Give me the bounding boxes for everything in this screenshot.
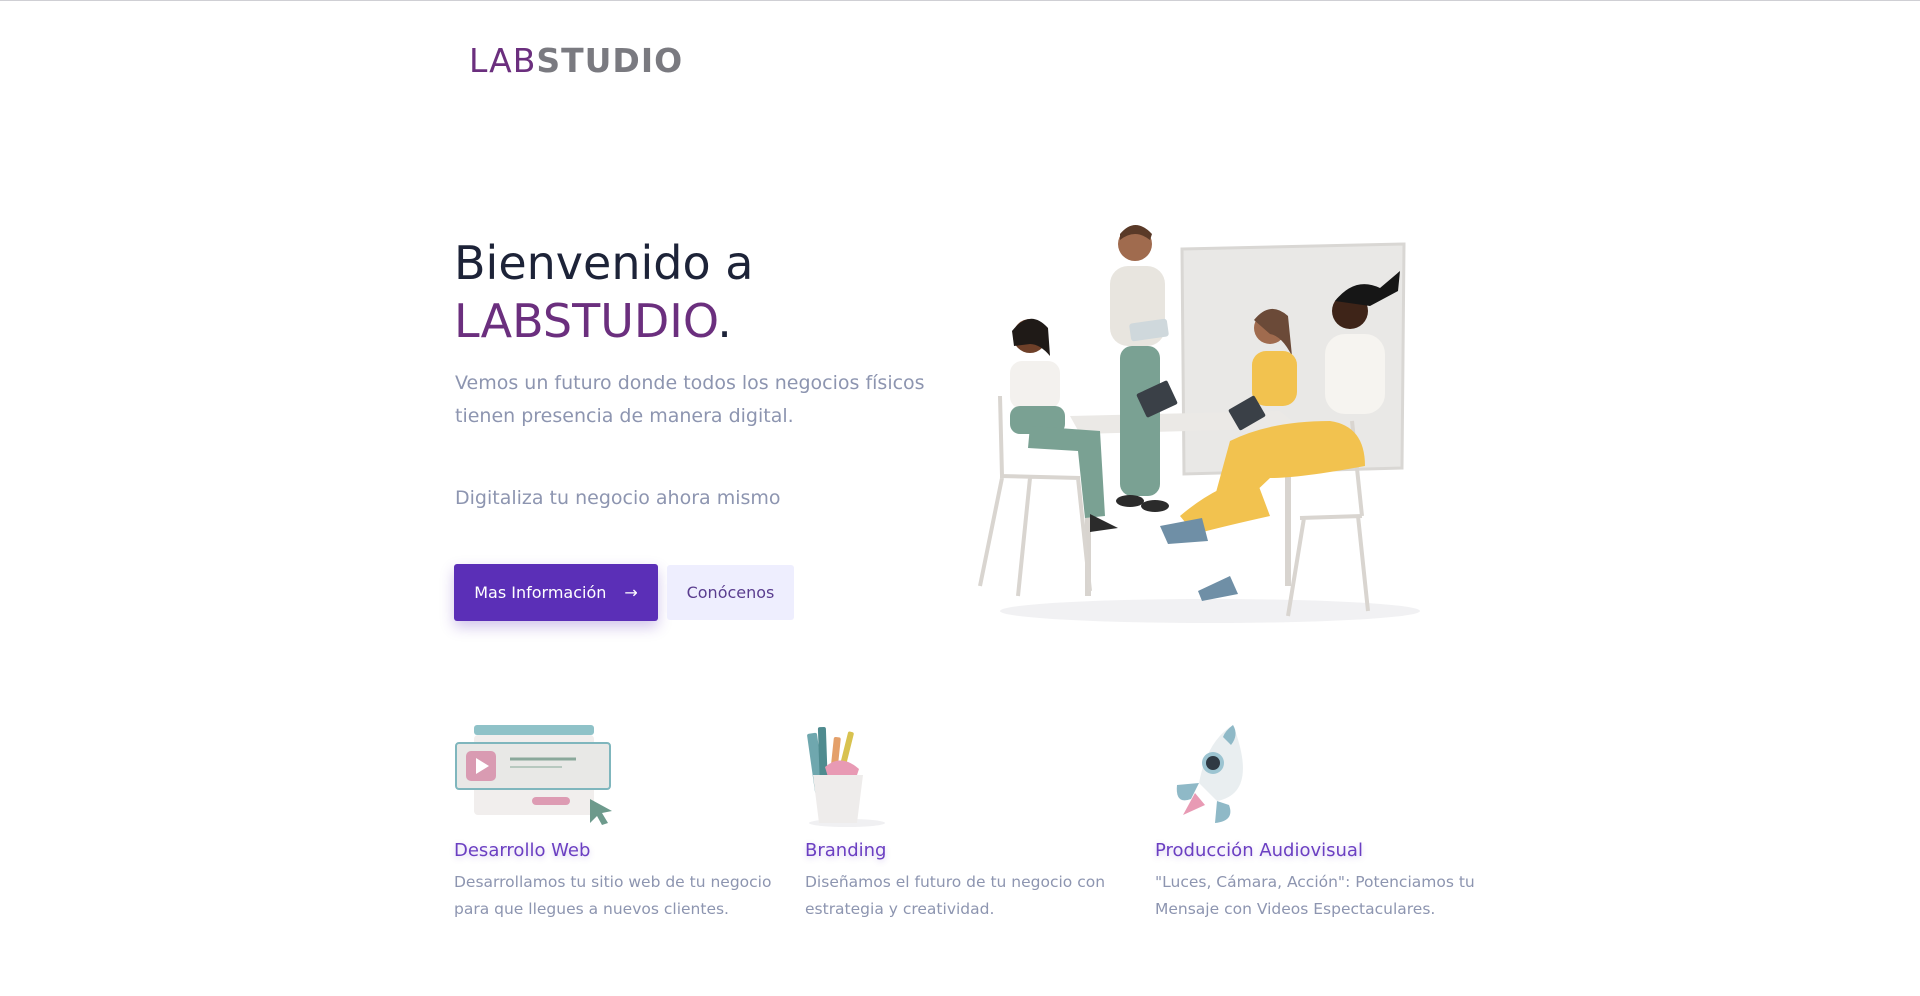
mas-informacion-label: Mas Información [474,583,607,602]
hero-subtitle: Vemos un futuro donde todos los negocios… [455,372,925,427]
feature-branding: Branding Diseñamos el futuro de tu negoc… [805,723,1135,923]
rocket-icon [1176,725,1243,823]
hero-title-line1: Bienvenido a [454,236,754,290]
feature-title: Desarrollo Web [454,840,591,861]
arrow-right-icon: → [624,583,638,602]
feature-description: Diseñamos el futuro de tu negocio con es… [805,873,1106,918]
hero-cta-text: Digitaliza tu negocio ahora mismo [455,487,781,509]
hero-title-brand: LABSTUDIO [454,294,718,348]
logo-lab-text: LAB [469,41,537,80]
hero-title-period: . [717,294,732,348]
branding-pencil-cup-icon [807,726,885,827]
mas-informacion-button[interactable]: Mas Información → [454,564,658,621]
hero-title: Bienvenido a LABSTUDIO. [454,234,753,350]
feature-description: "Luces, Cámara, Acción": Potenciamos tu … [1155,873,1475,918]
web-development-icon [455,725,612,825]
feature-produccion-audiovisual: Producción Audiovisual "Luces, Cámara, A… [1155,723,1485,923]
feature-desarrollo-web: Desarrollo Web Desarrollamos tu sitio we… [454,723,784,923]
feature-description: Desarrollamos tu sitio web de tu negocio… [454,873,772,918]
feature-title: Branding [805,840,887,861]
team-meeting-illustration [978,225,1420,623]
conocenos-button[interactable]: Conócenos [667,565,794,620]
labstudio-logo[interactable]: LABSTUDIO [469,41,683,81]
logo-studio-text: STUDIO [536,41,684,80]
feature-title: Producción Audiovisual [1155,840,1363,861]
